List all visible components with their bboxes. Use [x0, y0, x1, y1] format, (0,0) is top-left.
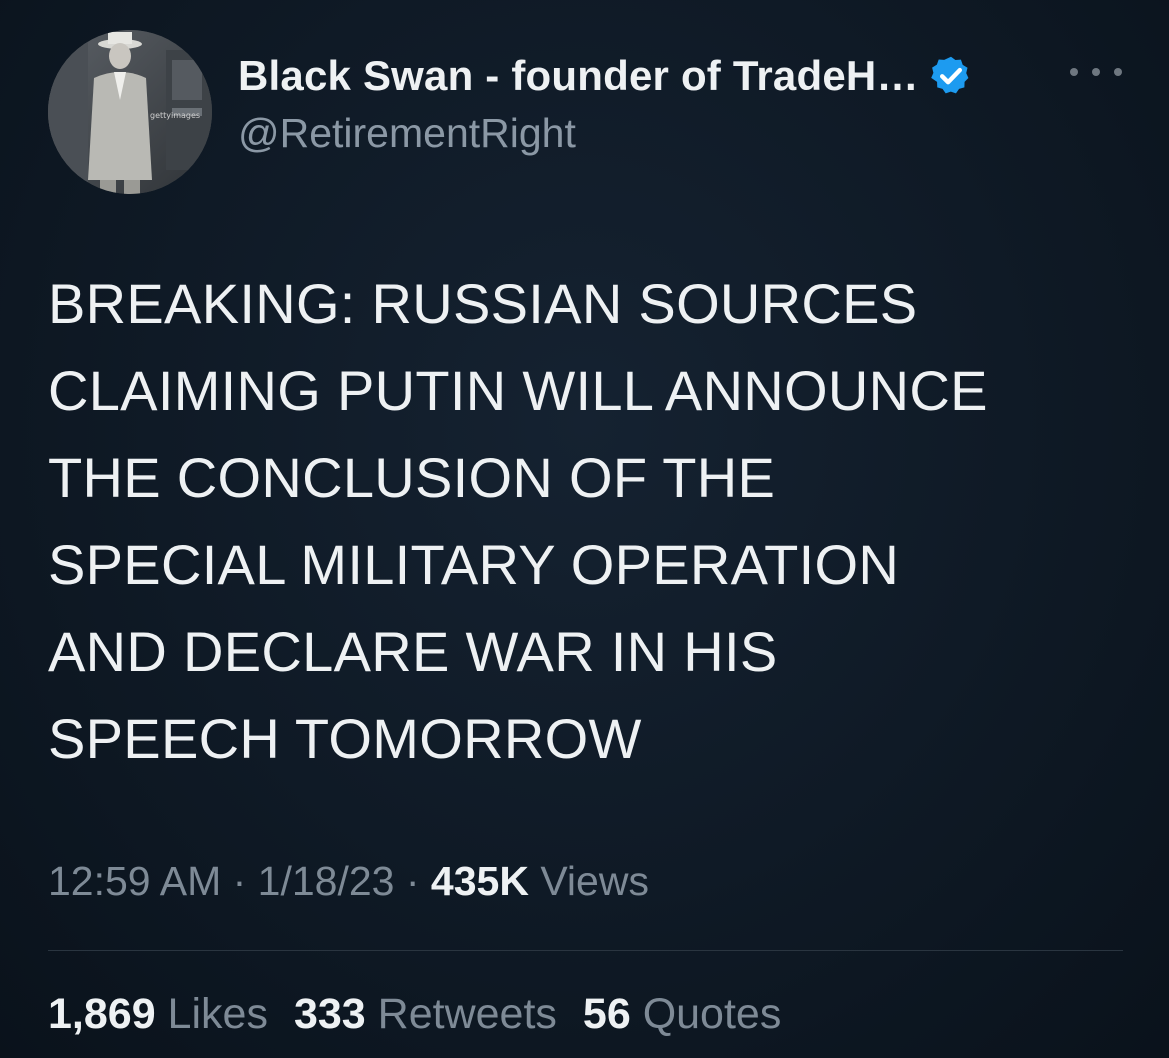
- views-label: Views: [528, 858, 649, 904]
- verified-badge-icon: [930, 56, 969, 94]
- likes-count: 1,869: [48, 990, 156, 1038]
- meta-separator: ·: [221, 858, 258, 904]
- retweets-stat[interactable]: 333 Retweets: [294, 990, 557, 1039]
- more-dots-icon[interactable]: [1070, 60, 1122, 84]
- tweet-text-line: THE CONCLUSION OF THE: [48, 446, 776, 509]
- author-display-name[interactable]: Black Swan - founder of TradeH…: [238, 52, 919, 100]
- tweet-text-line: SPEECH TOMORROW: [48, 707, 642, 770]
- author-handle[interactable]: @RetirementRight: [238, 110, 576, 157]
- avatar-watermark: gettyimages: [150, 111, 200, 120]
- avatar-photo: gettyimages: [48, 30, 212, 194]
- retweets-label: Retweets: [365, 990, 557, 1038]
- tweet-time[interactable]: 12:59 AM: [48, 858, 221, 904]
- more-dot: [1070, 68, 1078, 76]
- tweet-text-line: AND DECLARE WAR IN HIS: [48, 620, 778, 683]
- quotes-count: 56: [582, 990, 631, 1038]
- tweet-text-line: BREAKING: RUSSIAN SOURCES: [48, 272, 918, 335]
- likes-stat[interactable]: 1,869 Likes: [48, 990, 268, 1039]
- tweet-date[interactable]: 1/18/23: [258, 858, 395, 904]
- retweets-count: 333: [293, 990, 366, 1038]
- tweet-page: gettyimages Black Swan - founder of Trad…: [0, 0, 1169, 1058]
- avatar[interactable]: gettyimages: [48, 30, 212, 194]
- more-dot: [1092, 68, 1100, 76]
- quotes-stat[interactable]: 56 Quotes: [583, 990, 781, 1039]
- views-count: 435K: [430, 858, 529, 904]
- divider: [48, 950, 1123, 951]
- tweet-text-line: SPECIAL MILITARY OPERATION: [48, 533, 900, 596]
- tweet-meta: 12:59 AM · 1/18/23 · 435K Views: [48, 858, 649, 905]
- engagement-stats: 1,869 Likes 333 Retweets 56 Quotes: [48, 990, 781, 1039]
- quotes-label: Quotes: [630, 990, 782, 1038]
- tweet-text: BREAKING: RUSSIAN SOURCES CLAIMING PUTIN…: [48, 260, 1138, 782]
- tweet-text-line: CLAIMING PUTIN WILL ANNOUNCE: [48, 359, 988, 422]
- author-name-row: Black Swan - founder of TradeH…: [238, 46, 973, 106]
- meta-separator: ·: [394, 858, 431, 904]
- more-dot: [1114, 68, 1122, 76]
- likes-label: Likes: [155, 990, 268, 1038]
